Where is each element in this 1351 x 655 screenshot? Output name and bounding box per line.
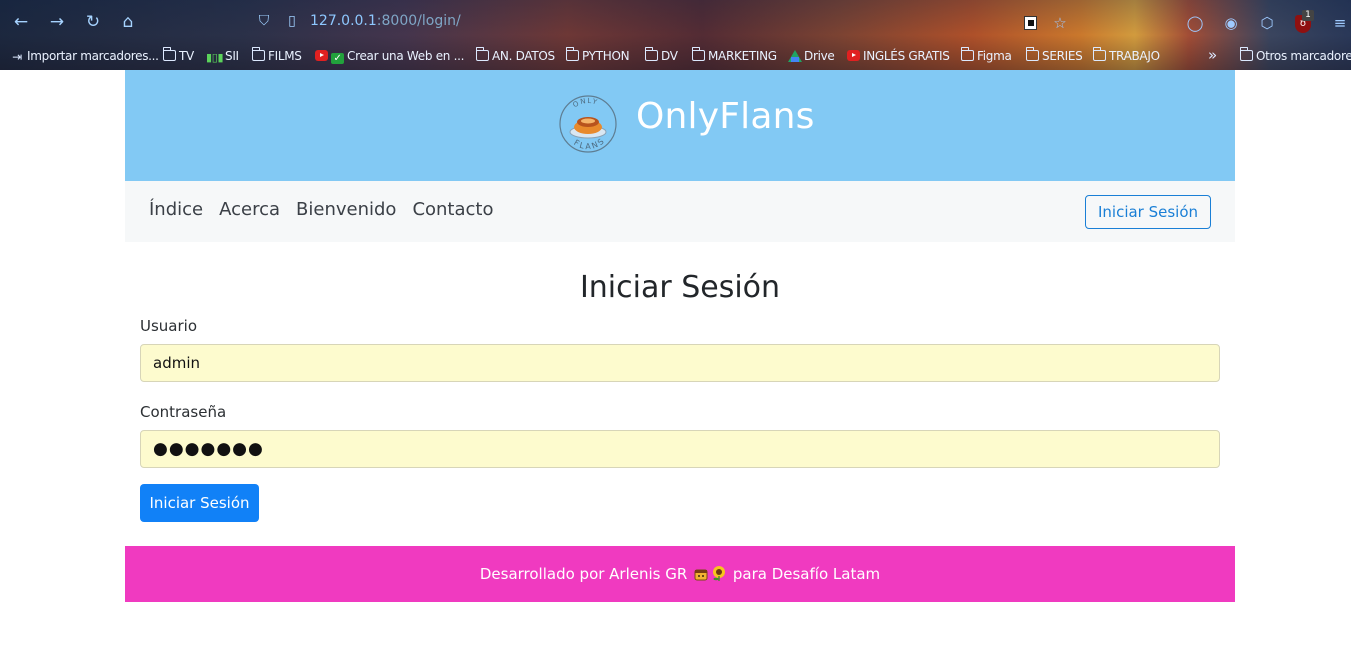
username-input[interactable]: admin <box>140 344 1220 382</box>
nav-link-indice[interactable]: Índice <box>149 199 203 220</box>
bookmark-trabajo[interactable]: TRABAJO <box>1092 47 1160 64</box>
browser-chrome: ← → ↻ ⌂ ⛉ ▯ 127.0.0.1:8000/login/ ☆ ◯ ◉ … <box>0 0 1351 70</box>
back-icon[interactable]: ← <box>11 12 31 32</box>
youtube-icon <box>315 50 328 61</box>
folder-icon <box>644 47 658 61</box>
bookmark-tv[interactable]: TV <box>162 47 194 64</box>
pocket-icon[interactable]: ◯ <box>1186 14 1204 32</box>
url-bar[interactable]: ⛉ ▯ 127.0.0.1:8000/login/ <box>250 10 1020 34</box>
main-navbar: Índice Acerca Bienvenido Contacto Inicia… <box>125 181 1235 242</box>
flan-emoji-icon <box>694 569 708 581</box>
extensions-icon[interactable]: ⬡ <box>1258 14 1276 32</box>
folder-icon <box>475 47 489 61</box>
nav-link-contacto[interactable]: Contacto <box>412 199 493 220</box>
bookmark-python[interactable]: PYTHON <box>565 47 630 64</box>
bookmark-star-icon[interactable]: ☆ <box>1051 14 1069 32</box>
bookmark-drive[interactable]: Drive <box>788 48 835 64</box>
flan-logo-icon: ONLY FLANS <box>559 95 617 153</box>
account-icon[interactable]: ◉ <box>1222 14 1240 32</box>
forward-icon[interactable]: → <box>47 12 67 32</box>
folder-icon <box>691 47 705 61</box>
browser-toolbar: ← → ↻ ⌂ ⛉ ▯ 127.0.0.1:8000/login/ ☆ ◯ ◉ … <box>0 4 1351 38</box>
page-info-icon[interactable]: ▯ <box>284 12 300 30</box>
nav-login-button[interactable]: Iniciar Sesión <box>1085 195 1211 229</box>
bookmark-marketing[interactable]: MARKETING <box>691 47 777 64</box>
folder-icon <box>565 47 579 61</box>
form-title: Iniciar Sesión <box>579 270 781 305</box>
footer-text-end: para Desafío Latam <box>732 565 881 583</box>
footer-text-start: Desarrollado por Arlenis GR <box>479 565 688 583</box>
bookmark-figma[interactable]: Figma <box>960 47 1012 64</box>
bookmark-series[interactable]: SERIES <box>1025 47 1083 64</box>
nav-link-bienvenido[interactable]: Bienvenido <box>296 199 396 220</box>
page-container: ONLY FLANS OnlyFlans Índice Acerca Bienv… <box>125 70 1235 602</box>
folder-icon <box>1092 47 1106 61</box>
folder-icon <box>1025 47 1039 61</box>
bookmark-import[interactable]: ⇥ Importar marcadores... <box>10 48 159 64</box>
folder-icon <box>960 47 974 61</box>
password-input[interactable]: ●●●●●●● <box>140 430 1220 468</box>
login-submit-button[interactable]: Iniciar Sesión <box>140 484 259 522</box>
site-brand[interactable]: OnlyFlans <box>636 96 815 137</box>
reader-view-icon[interactable] <box>1024 16 1037 30</box>
site-footer: Desarrollado por Arlenis GR para Desafío… <box>125 546 1235 602</box>
import-icon: ⇥ <box>12 50 22 64</box>
bookmark-otros[interactable]: Otros marcadores <box>1239 47 1351 64</box>
menu-icon[interactable]: ≡ <box>1331 14 1349 32</box>
bars-icon: ▮▯▮ <box>206 51 224 64</box>
ublock-badge: 1 <box>1302 10 1314 21</box>
shield-icon[interactable]: ⛉ <box>256 12 272 30</box>
youtube-icon <box>847 50 860 61</box>
bookmark-dv[interactable]: DV <box>644 47 678 64</box>
folder-icon <box>251 47 265 61</box>
bookmark-ingles[interactable]: INGLÉS GRATIS <box>847 48 950 64</box>
password-label: Contraseña <box>140 403 227 421</box>
bookmark-films[interactable]: FILMS <box>251 47 302 64</box>
drive-icon <box>788 50 802 62</box>
reload-icon[interactable]: ↻ <box>83 12 103 32</box>
username-label: Usuario <box>140 317 198 335</box>
sunflower-emoji-icon <box>713 566 726 581</box>
nav-link-acerca[interactable]: Acerca <box>219 199 280 220</box>
folder-icon <box>1239 47 1253 61</box>
bookmark-sii[interactable]: ▮▯▮ SII <box>206 48 239 64</box>
bookmarks-bar: ⇥ Importar marcadores... TV ▮▯▮ SII FILMS … <box>0 45 1351 67</box>
bookmark-an-datos[interactable]: AN. DATOS <box>475 47 555 64</box>
nav-links: Índice Acerca Bienvenido Contacto <box>149 199 493 220</box>
url-text[interactable]: 127.0.0.1:8000/login/ <box>310 13 461 29</box>
home-icon[interactable]: ⌂ <box>118 12 138 32</box>
site-header: ONLY FLANS OnlyFlans <box>125 70 1235 181</box>
check-icon: ✓ <box>331 53 344 64</box>
folder-icon <box>162 47 176 61</box>
chevron-right-icon[interactable]: » <box>1208 46 1217 64</box>
bookmark-crear-web[interactable]: ✓ Crear una Web en ... <box>315 48 464 64</box>
